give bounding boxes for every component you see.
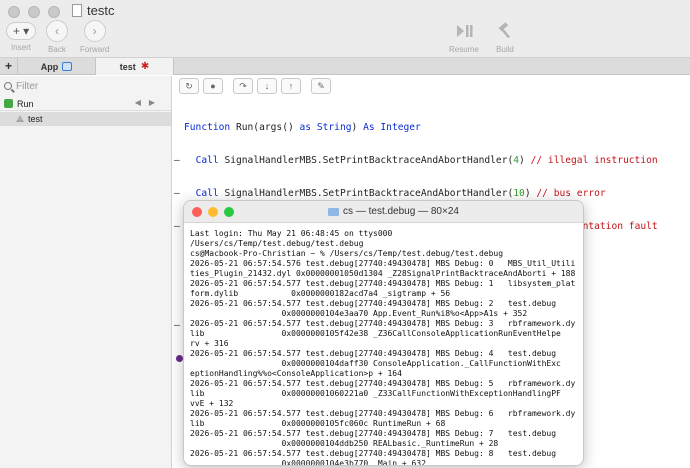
terminal-line: lib 0x00000001060221a0 _Z33CallFunctionW…	[190, 389, 561, 398]
tab-bar: + App test ✱	[0, 58, 690, 75]
terminal-line: rv + 316	[190, 339, 229, 348]
window-title: testc	[72, 3, 114, 18]
terminal-line: Last login: Thu May 21 06:48:45 on ttys0…	[190, 229, 393, 238]
code-line: — Call SignalHandlerMBS.SetPrintBacktrac…	[174, 155, 658, 166]
terminal-line: 2026-05-21 06:57:54.576 test.debug[27740…	[190, 259, 576, 268]
step-over-button[interactable]: ↷	[233, 78, 253, 94]
terminal-line: 2026-05-21 06:57:54.577 test.debug[27740…	[190, 379, 576, 388]
edit-pencil-button[interactable]: ✎	[311, 78, 331, 94]
chevron-right-icon: ›	[83, 20, 106, 42]
search-icon	[4, 82, 12, 90]
terminal-line: /Users/cs/Temp/test.debug/test.debug	[190, 239, 364, 248]
build-button[interactable]: Build	[494, 20, 516, 54]
app-icon	[62, 62, 73, 71]
minimize-window-button[interactable]	[28, 6, 40, 18]
window-controls	[8, 6, 60, 18]
terminal-line: eptionHandling%%o<ConsoleApplication>p +…	[190, 369, 402, 378]
play-pause-icon	[453, 20, 475, 42]
navigation-arrows-icon[interactable]: ◀▶	[135, 98, 163, 107]
record-button[interactable]: ●	[203, 78, 223, 94]
new-tab-button[interactable]: +	[0, 58, 18, 75]
navigator-sidebar: Filter Run ◀▶ ⟁ test	[0, 76, 172, 468]
hammer-icon	[494, 20, 516, 42]
resume-button[interactable]: Resume	[449, 20, 479, 54]
filter-field[interactable]: Filter	[4, 78, 168, 94]
terminal-line: 2026-05-21 06:57:54.577 test.debug[27740…	[190, 429, 557, 438]
terminal-line: 2026-05-21 06:57:54.577 test.debug[27740…	[190, 319, 576, 328]
editor-toolbar: ↻ ● ↷ ↓ ↑ ✎	[179, 78, 331, 96]
document-icon	[72, 4, 82, 17]
step-in-button[interactable]: ↓	[257, 78, 277, 94]
refresh-button[interactable]: ↻	[179, 78, 199, 94]
terminal-line: vvE + 132	[190, 399, 234, 408]
terminal-line: ties_Plugin_21432.dyl 0x00000001050d1304…	[190, 269, 576, 278]
terminal-line: lib 0x0000000105fc060c RuntimeRun + 68	[190, 419, 446, 428]
terminal-title: cs — test.debug — 80×24	[184, 206, 583, 217]
run-icon	[4, 99, 13, 108]
terminal-line: 2026-05-21 06:57:54.577 test.debug[27740…	[190, 299, 557, 308]
terminal-line: 2026-05-21 06:57:54.577 test.debug[27740…	[190, 409, 576, 418]
step-out-button[interactable]: ↑	[281, 78, 301, 94]
plus-icon: + ▾	[6, 22, 36, 40]
code-line: — Call SignalHandlerMBS.SetPrintBacktrac…	[174, 188, 606, 199]
terminal-titlebar: cs — test.debug — 80×24	[184, 201, 583, 223]
terminal-window[interactable]: cs — test.debug — 80×24 Last login: Thu …	[183, 200, 584, 466]
close-window-button[interactable]	[8, 6, 20, 18]
terminal-line: 2026-05-21 06:57:54.577 test.debug[27740…	[190, 279, 576, 288]
terminal-line: form.dylib 0x0000000182acd7a4 _sigtramp …	[190, 289, 451, 298]
bug-icon: ✱	[140, 61, 150, 72]
terminal-line: lib 0x0000000105f42e38 _Z36CallConsoleAp…	[190, 329, 561, 338]
back-button[interactable]: ‹ Back	[46, 20, 68, 54]
terminal-line: 2026-05-21 06:57:54.577 test.debug[27740…	[190, 349, 557, 358]
method-icon: ⟁	[16, 113, 25, 124]
tab-app[interactable]: App	[18, 58, 96, 75]
breakpoint-icon[interactable]	[176, 355, 183, 362]
terminal-line: 0x0000000104ddb250 REALbasic._RuntimeRun…	[190, 439, 499, 448]
terminal-line: cs@Macbook-Pro-Christian ~ % /Users/cs/T…	[190, 249, 504, 258]
window-toolbar: testc + ▾ Insert ‹ Back › Forward Resume…	[0, 0, 690, 58]
code-line: Function Run(args() as String) As Intege…	[184, 122, 421, 133]
terminal-line: 0x0000000104e3aa70 App.Event_Run%i8%o<Ap…	[190, 309, 528, 318]
insert-button[interactable]: + ▾ Insert	[6, 20, 36, 52]
folder-icon	[328, 207, 340, 216]
terminal-line: 2026-05-21 06:57:54.577 test.debug[27740…	[190, 449, 557, 458]
tab-test[interactable]: test ✱	[96, 58, 174, 75]
terminal-output[interactable]: Last login: Thu May 21 06:48:45 on ttys0…	[184, 223, 583, 466]
forward-button[interactable]: › Forward	[80, 20, 109, 54]
zoom-window-button[interactable]	[48, 6, 60, 18]
chevron-left-icon: ‹	[46, 20, 68, 42]
terminal-line: 0x0000000104daff30 ConsoleApplication._C…	[190, 359, 561, 368]
terminal-line: 0x0000000104e3b770 _Main + 632	[190, 459, 427, 466]
sidebar-item-run[interactable]: Run ◀▶	[0, 97, 171, 111]
sidebar-item-test[interactable]: ⟁ test	[0, 112, 171, 126]
